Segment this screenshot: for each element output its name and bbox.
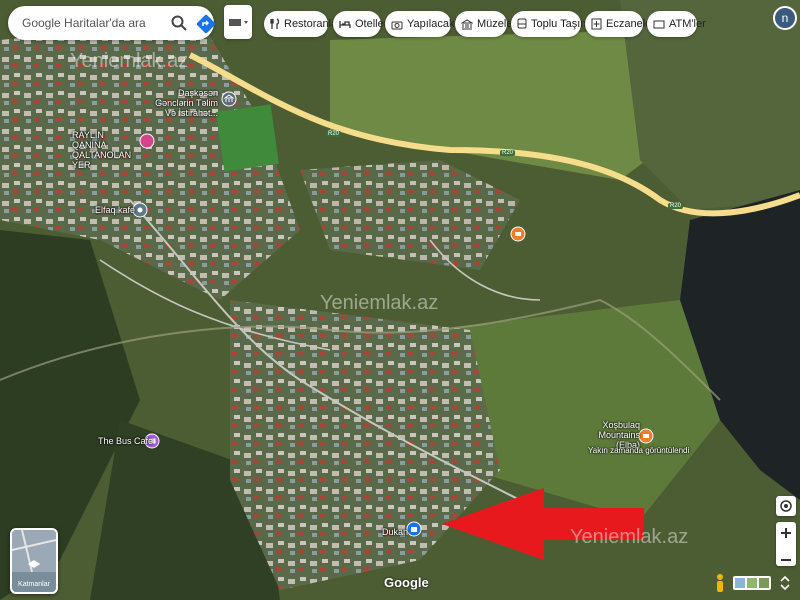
place-label-raylin[interactable]: RAYLIN QANINA QALTANOLAN YER [72,130,138,170]
layers-thumbnail [12,530,56,573]
directions-icon[interactable] [196,14,216,34]
heart-pin-icon[interactable] [139,133,155,149]
place-label-elfaq[interactable]: Elfaq kafe [95,205,135,215]
camera-icon [391,21,403,29]
keyboard-icon [229,19,248,26]
hotel-pin-icon[interactable] [638,428,654,444]
search-box [8,6,216,40]
hotel-pin-icon[interactable] [510,226,526,242]
red-arrow-annotation [442,488,644,560]
bed-icon [339,21,351,28]
road-label-r20: R20 [326,131,342,137]
chip-atms[interactable]: ATM'ler [647,11,706,37]
road-label-r20: R20 [500,150,516,156]
zoom-in-icon[interactable] [776,522,796,544]
chip-things-to-do[interactable]: Yapılacaklar [385,11,467,37]
road-label-r20: R20 [668,203,684,209]
google-logo: Google [384,575,429,590]
my-location-button[interactable] [776,496,796,516]
imagery-icon [735,578,769,588]
zoom-out-icon[interactable] [776,549,796,571]
chip-label: ATM'ler [669,18,706,30]
museum-icon [461,18,473,29]
chip-restaurants[interactable]: Restoranlar [264,11,341,37]
search-input[interactable] [20,15,154,31]
account-avatar[interactable]: n [773,6,797,30]
chip-hotels[interactable]: Oteller [333,11,387,37]
place-note-recently-viewed: Yakın zamanda görüntülendi [588,446,690,455]
shop-pin-icon[interactable] [406,521,422,537]
location-target-icon [780,500,792,512]
place-label-dukan[interactable]: Dukan [382,527,408,537]
keyboard-button[interactable] [224,5,252,39]
bus-icon [517,18,527,29]
pharmacy-icon [591,18,602,30]
imagery-thumbnails[interactable] [733,576,771,590]
expand-icon[interactable] [778,574,792,592]
chip-transit[interactable]: Toplu Taşıma [511,11,596,37]
watermark: Yeniemlak.az [70,50,189,72]
chip-museums[interactable]: Müzeler [455,11,516,37]
fork-knife-icon [270,18,280,29]
zoom-controls [776,522,796,566]
atm-icon [653,20,665,28]
search-icon[interactable] [170,14,188,32]
layers-button[interactable]: Katmanlar [10,528,58,594]
chip-pharmacies[interactable]: Eczaneler [585,11,655,37]
place-label-dashkesen[interactable]: Daşkəsən Gənclərin Təlim Və İstirahət... [148,88,218,118]
watermark: Yeniemlak.az [570,526,689,548]
watermark: Yeniemlak.az [320,292,439,314]
place-label-bus-cafe[interactable]: The Bus Cafe [98,436,153,446]
layers-label: Katmanlar [18,581,50,588]
pegman-icon[interactable] [714,573,726,593]
museum-pin-icon[interactable] [221,91,237,107]
chip-label: Oteller [355,18,388,30]
